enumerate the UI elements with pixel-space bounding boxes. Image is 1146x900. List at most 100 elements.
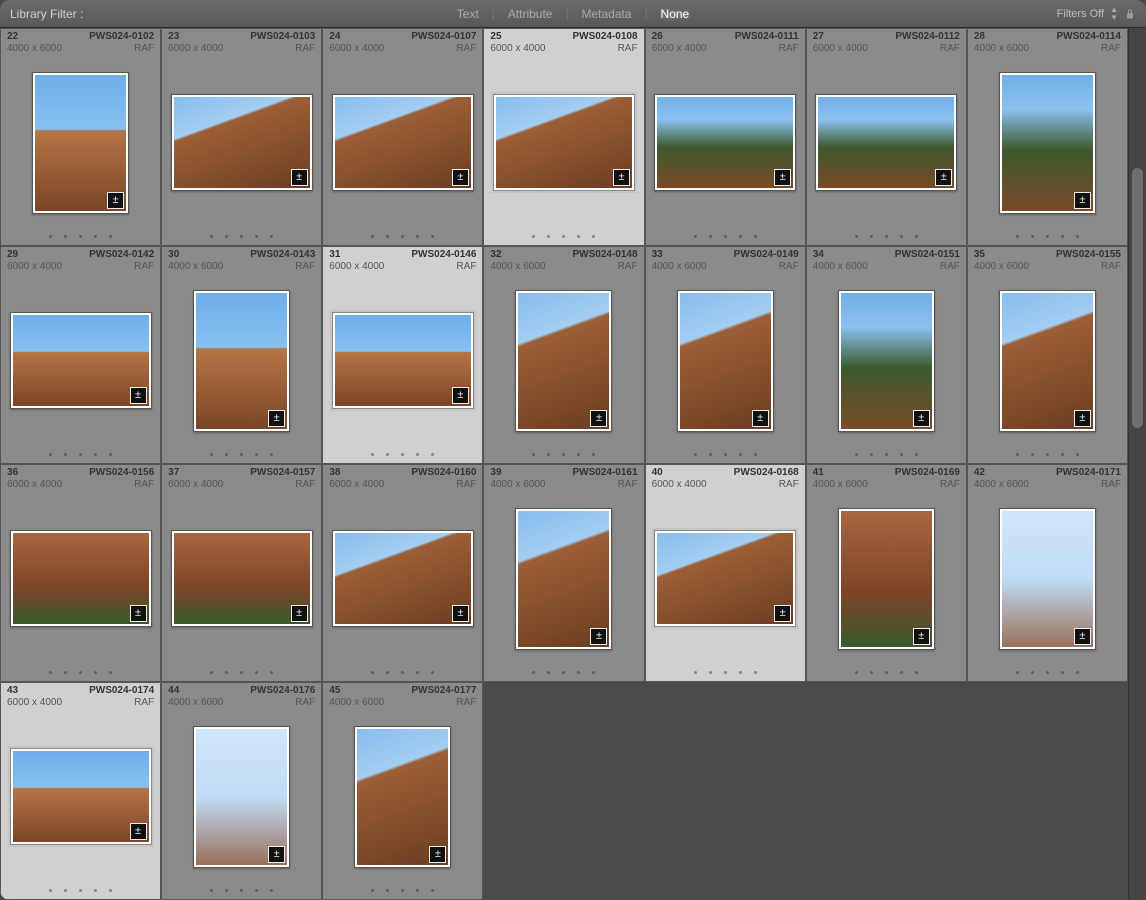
exposure-badge-icon[interactable] — [452, 169, 469, 186]
rating-dots[interactable] — [323, 663, 482, 681]
thumbnail-cell[interactable]: 42PWS024-0171 4000 x 6000RAF — [967, 464, 1128, 682]
thumbnail-cell[interactable]: 32PWS024-0148 4000 x 6000RAF — [483, 246, 644, 464]
thumbnail-image-wrapper[interactable] — [354, 726, 451, 868]
thumbnail-image[interactable] — [174, 533, 310, 624]
thumbnail-frame[interactable] — [646, 58, 805, 227]
rating-dots[interactable] — [323, 227, 482, 245]
thumbnail-image[interactable] — [1002, 511, 1093, 647]
rating-dots[interactable] — [484, 227, 643, 245]
thumbnail-image-wrapper[interactable] — [999, 290, 1096, 432]
thumbnail-cell[interactable]: 45PWS024-0177 4000 x 6000RAF — [322, 682, 483, 900]
thumbnail-frame[interactable] — [968, 276, 1127, 445]
scrollbar-thumb[interactable] — [1132, 168, 1143, 428]
thumbnail-image-wrapper[interactable] — [171, 94, 313, 191]
exposure-badge-icon[interactable] — [452, 605, 469, 622]
thumbnail-image[interactable] — [13, 751, 149, 842]
thumbnail-cell[interactable]: 24PWS024-0107 6000 x 4000RAF — [322, 28, 483, 246]
thumbnail-image[interactable] — [657, 97, 793, 188]
thumbnail-frame[interactable] — [484, 58, 643, 227]
rating-dots[interactable] — [323, 881, 482, 899]
exposure-badge-icon[interactable] — [935, 169, 952, 186]
thumbnail-image[interactable] — [174, 97, 310, 188]
rating-dots[interactable] — [807, 227, 966, 245]
thumbnail-image[interactable] — [657, 533, 793, 624]
thumbnail-image[interactable] — [196, 293, 287, 429]
thumbnail-image[interactable] — [357, 729, 448, 865]
thumbnail-cell[interactable]: 38PWS024-0160 6000 x 4000RAF — [322, 464, 483, 682]
rating-dots[interactable] — [162, 445, 321, 463]
thumbnail-image[interactable] — [335, 315, 471, 406]
thumbnail-frame[interactable] — [807, 276, 966, 445]
thumbnail-cell[interactable]: 30PWS024-0143 4000 x 6000RAF — [161, 246, 322, 464]
thumbnail-cell[interactable]: 44PWS024-0176 4000 x 6000RAF — [161, 682, 322, 900]
thumbnail-frame[interactable] — [968, 58, 1127, 227]
thumbnail-frame[interactable] — [323, 58, 482, 227]
thumbnail-frame[interactable] — [162, 712, 321, 881]
thumbnail-frame[interactable] — [323, 276, 482, 445]
thumbnail-image-wrapper[interactable] — [10, 530, 152, 627]
thumbnail-image-wrapper[interactable] — [332, 312, 474, 409]
exposure-badge-icon[interactable] — [1074, 192, 1091, 209]
thumbnail-frame[interactable] — [968, 494, 1127, 663]
thumbnail-image-wrapper[interactable] — [332, 94, 474, 191]
exposure-badge-icon[interactable] — [291, 605, 308, 622]
rating-dots[interactable] — [646, 227, 805, 245]
exposure-badge-icon[interactable] — [590, 628, 607, 645]
exposure-badge-icon[interactable] — [130, 387, 147, 404]
rating-dots[interactable] — [162, 663, 321, 681]
thumbnail-image-wrapper[interactable] — [171, 530, 313, 627]
exposure-badge-icon[interactable] — [291, 169, 308, 186]
exposure-badge-icon[interactable] — [613, 169, 630, 186]
thumbnail-image-wrapper[interactable] — [654, 530, 796, 627]
rating-dots[interactable] — [162, 227, 321, 245]
thumbnail-image[interactable] — [35, 75, 126, 211]
exposure-badge-icon[interactable] — [130, 605, 147, 622]
thumbnail-image-wrapper[interactable] — [654, 94, 796, 191]
thumbnail-image-wrapper[interactable] — [10, 748, 152, 845]
exposure-badge-icon[interactable] — [774, 605, 791, 622]
exposure-badge-icon[interactable] — [452, 387, 469, 404]
thumbnail-image-wrapper[interactable] — [193, 290, 290, 432]
filter-tab-metadata[interactable]: Metadata — [571, 5, 641, 23]
thumbnail-image[interactable] — [196, 729, 287, 865]
exposure-badge-icon[interactable] — [1074, 628, 1091, 645]
thumbnail-cell[interactable]: 33PWS024-0149 4000 x 6000RAF — [645, 246, 806, 464]
thumbnail-image[interactable] — [841, 293, 932, 429]
thumbnail-frame[interactable] — [323, 712, 482, 881]
exposure-badge-icon[interactable] — [1074, 410, 1091, 427]
filter-tab-text[interactable]: Text — [447, 5, 489, 23]
thumbnail-frame[interactable] — [484, 494, 643, 663]
rating-dots[interactable] — [968, 227, 1127, 245]
thumbnail-image[interactable] — [518, 293, 609, 429]
thumbnail-image-wrapper[interactable] — [193, 726, 290, 868]
thumbnail-frame[interactable] — [807, 494, 966, 663]
rating-dots[interactable] — [323, 445, 482, 463]
thumbnail-cell[interactable]: 35PWS024-0155 4000 x 6000RAF — [967, 246, 1128, 464]
rating-dots[interactable] — [484, 445, 643, 463]
filter-tab-attribute[interactable]: Attribute — [498, 5, 563, 23]
thumbnail-frame[interactable] — [1, 712, 160, 881]
thumbnail-image-wrapper[interactable] — [515, 290, 612, 432]
thumbnail-frame[interactable] — [1, 58, 160, 227]
thumbnail-image[interactable] — [1002, 293, 1093, 429]
thumbnail-cell[interactable]: 22PWS024-0102 4000 x 6000RAF — [0, 28, 161, 246]
rating-dots[interactable] — [968, 663, 1127, 681]
exposure-badge-icon[interactable] — [130, 823, 147, 840]
exposure-badge-icon[interactable] — [268, 410, 285, 427]
thumbnail-image-wrapper[interactable] — [838, 508, 935, 650]
filters-off-label[interactable]: Filters Off — [1057, 8, 1104, 20]
rating-dots[interactable] — [646, 445, 805, 463]
thumbnail-cell[interactable]: 43PWS024-0174 6000 x 4000RAF — [0, 682, 161, 900]
rating-dots[interactable] — [484, 663, 643, 681]
thumbnail-frame[interactable] — [323, 494, 482, 663]
thumbnail-image-wrapper[interactable] — [32, 72, 129, 214]
thumbnail-image-wrapper[interactable] — [332, 530, 474, 627]
thumbnail-image[interactable] — [13, 315, 149, 406]
thumbnail-image[interactable] — [841, 511, 932, 647]
thumbnail-cell[interactable]: 25PWS024-0108 6000 x 4000RAF — [483, 28, 644, 246]
filter-tab-none[interactable]: None — [651, 5, 700, 23]
thumbnail-image-wrapper[interactable] — [677, 290, 774, 432]
exposure-badge-icon[interactable] — [268, 846, 285, 863]
thumbnail-cell[interactable]: 28PWS024-0114 4000 x 6000RAF — [967, 28, 1128, 246]
thumbnail-cell[interactable]: 40PWS024-0168 6000 x 4000RAF — [645, 464, 806, 682]
